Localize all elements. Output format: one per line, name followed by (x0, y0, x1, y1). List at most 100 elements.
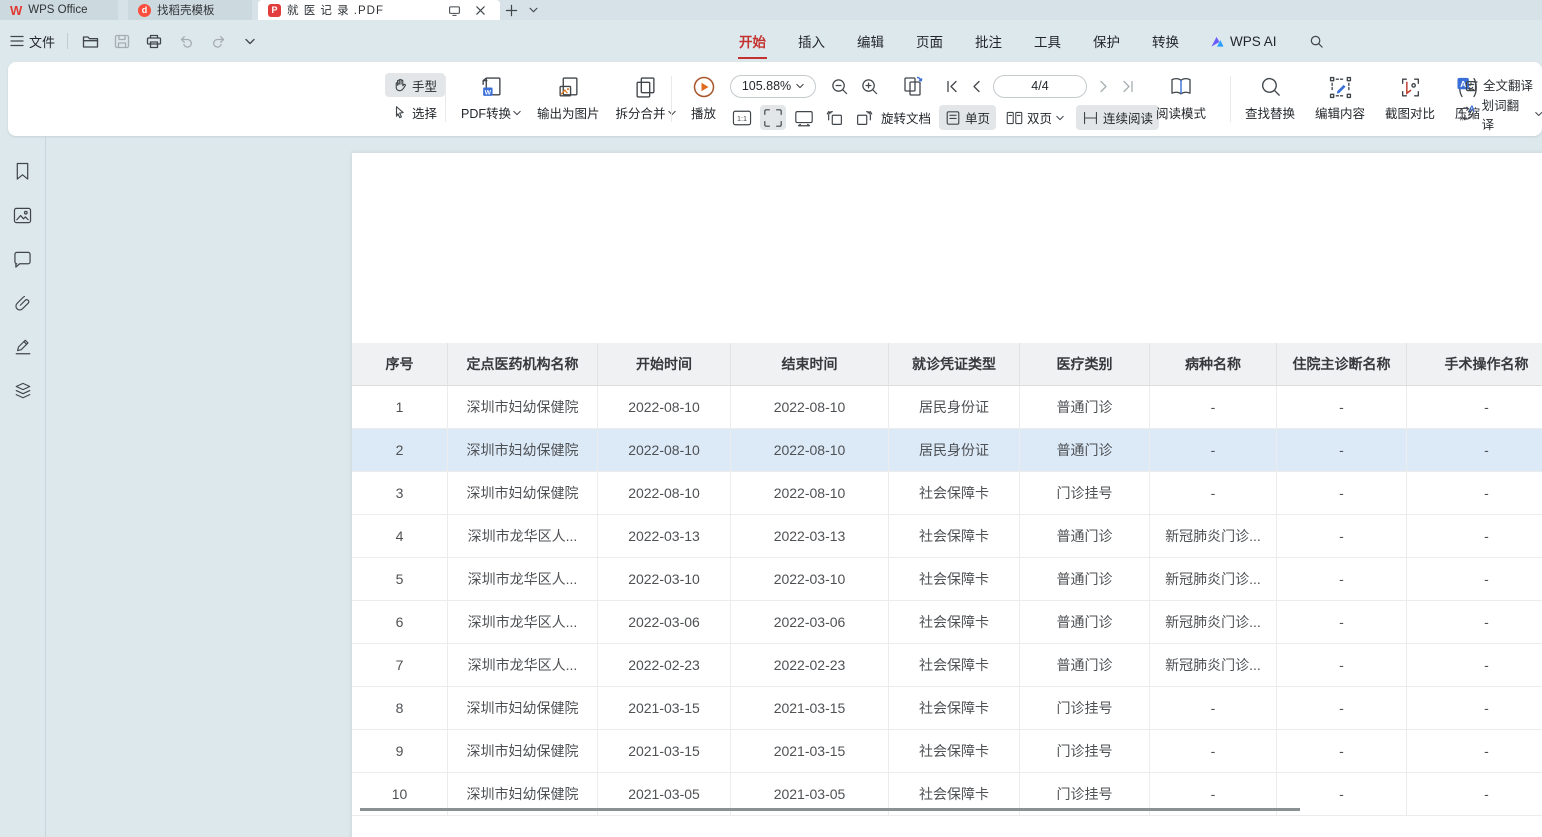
table-row[interactable]: 3深圳市妇幼保健院2022-08-102022-08-10社会保障卡门诊挂号--… (352, 472, 1542, 515)
menu-item-8[interactable]: 转换 (1151, 27, 1180, 55)
zoom-level-select[interactable]: 105.88% (730, 75, 816, 98)
table-cell: 普通门诊 (1020, 386, 1150, 429)
table-cell: 深圳市妇幼保健院 (448, 730, 598, 773)
rotate-right-icon[interactable] (851, 105, 877, 130)
attachment-icon[interactable] (9, 292, 37, 314)
divider (671, 76, 672, 122)
table-row[interactable]: 1深圳市妇幼保健院2022-08-102022-08-10居民身份证普通门诊--… (352, 386, 1542, 429)
comment-icon[interactable] (9, 248, 37, 270)
table-cell: 新冠肺炎门诊... (1150, 558, 1277, 601)
cursor-icon (393, 105, 407, 119)
table-cell: - (1277, 644, 1407, 687)
fit-page-button[interactable] (760, 105, 786, 130)
layers-icon[interactable] (9, 380, 37, 402)
thumbnail-icon[interactable] (9, 204, 37, 226)
table-cell: - (1407, 687, 1542, 730)
table-row[interactable]: 4深圳市龙华区人...2022-03-132022-03-13社会保障卡普通门诊… (352, 515, 1542, 558)
table-cell: 新冠肺炎门诊... (1150, 601, 1277, 644)
table-row[interactable]: 8深圳市妇幼保健院2021-03-152021-03-15社会保障卡门诊挂号--… (352, 687, 1542, 730)
menu-item-wps-ai[interactable]: WPS AI (1210, 34, 1277, 49)
table-row[interactable]: 7深圳市龙华区人...2022-02-232022-02-23社会保障卡普通门诊… (352, 644, 1542, 687)
search-icon[interactable] (1309, 34, 1324, 49)
full-translate-icon: A (1456, 75, 1477, 94)
table-row[interactable]: 5深圳市龙华区人...2022-03-102022-03-10社会保障卡普通门诊… (352, 558, 1542, 601)
export-as-image-button[interactable]: 输出为图片 (530, 70, 607, 124)
zoom-out-button[interactable] (830, 77, 849, 96)
last-page-button[interactable] (1121, 80, 1135, 93)
pdf-convert-icon: W (480, 73, 503, 101)
word-translate-button[interactable]: xA 划词翻译 (1456, 100, 1542, 127)
tab-wps-office[interactable]: W WPS Office (0, 0, 118, 20)
page-number-input[interactable]: 4/4 (993, 75, 1087, 98)
new-tab-button[interactable] (500, 0, 522, 20)
bookmark-icon[interactable] (9, 160, 37, 182)
medical-records-table: 序号定点医药机构名称开始时间结束时间就诊凭证类型医疗类别病种名称住院主诊断名称手… (352, 343, 1542, 816)
pdf-convert-label: PDF转换 (461, 103, 511, 122)
page-switch-icon[interactable] (901, 75, 925, 97)
tab-list-chevron-icon[interactable] (522, 0, 544, 20)
select-tool-button[interactable]: 选择 (385, 100, 445, 124)
table-row[interactable]: 9深圳市妇幼保健院2021-03-152021-03-15社会保障卡门诊挂号--… (352, 730, 1542, 773)
menu-item-5[interactable]: 批注 (974, 27, 1003, 55)
table-cell: 2022-03-13 (598, 515, 731, 558)
table-header-cell: 就诊凭证类型 (889, 343, 1020, 386)
redo-icon[interactable] (208, 31, 228, 51)
read-mode-button[interactable]: 阅读模式 (1149, 70, 1213, 124)
undo-icon[interactable] (176, 31, 196, 51)
first-page-button[interactable] (945, 80, 959, 93)
close-tab-icon[interactable] (470, 0, 490, 20)
file-menu-label: 文件 (29, 32, 55, 51)
double-page-icon (1006, 110, 1023, 126)
document-viewport[interactable]: 序号定点医药机构名称开始时间结束时间就诊凭证类型医疗类别病种名称住院主诊断名称手… (47, 136, 1542, 837)
table-cell: 2022-03-06 (598, 601, 731, 644)
table-header-cell: 定点医药机构名称 (448, 343, 598, 386)
table-row[interactable]: 2深圳市妇幼保健院2022-08-102022-08-10居民身份证普通门诊--… (352, 429, 1542, 472)
print-icon[interactable] (144, 31, 164, 51)
monitor-icon[interactable] (444, 0, 464, 20)
table-cell: 深圳市龙华区人... (448, 515, 598, 558)
more-actions-chevron-icon[interactable] (240, 31, 260, 51)
table-cell: 6 (352, 601, 448, 644)
edit-content-button[interactable]: 编辑内容 (1308, 70, 1372, 124)
play-button[interactable]: 播放 (684, 70, 723, 124)
actual-size-button[interactable]: 1:1 (730, 106, 754, 130)
menu-item-6[interactable]: 工具 (1033, 27, 1062, 55)
table-cell: 2021-03-15 (598, 730, 731, 773)
tab-document-pdf[interactable]: P 就 医 记 录 .PDF (258, 0, 500, 20)
rotate-left-icon[interactable] (822, 105, 848, 130)
menu-item-7[interactable]: 保护 (1092, 27, 1121, 55)
window-tab-bar: W WPS Office d 找稻壳模板 P 就 医 记 录 .PDF (0, 0, 1542, 20)
menu-item-2[interactable]: 插入 (797, 27, 826, 55)
find-replace-button[interactable]: 查找替换 (1238, 70, 1302, 124)
horizontal-scrollbar[interactable] (360, 808, 1300, 811)
chevron-down-icon (1535, 111, 1542, 117)
fit-width-button[interactable] (791, 105, 817, 130)
next-page-button[interactable] (1099, 80, 1109, 93)
rotate-document-button[interactable]: 旋转文档 (877, 105, 937, 130)
table-cell: 2022-08-10 (598, 472, 731, 515)
table-cell: 7 (352, 644, 448, 687)
signature-icon[interactable] (9, 336, 37, 358)
table-cell: 2022-08-10 (731, 386, 889, 429)
file-menu-button[interactable]: 文件 (10, 32, 55, 51)
screenshot-compare-button[interactable]: 截图对比 (1378, 70, 1442, 124)
single-page-button[interactable]: 单页 (939, 105, 996, 130)
open-folder-icon[interactable] (80, 31, 100, 51)
continuous-reading-button[interactable]: 连续阅读 (1076, 105, 1159, 130)
menu-item-1[interactable]: 开始 (738, 27, 767, 55)
table-cell: 2022-02-23 (731, 644, 889, 687)
previous-page-button[interactable] (971, 80, 981, 93)
table-cell: 社会保障卡 (889, 558, 1020, 601)
table-cell: - (1150, 687, 1277, 730)
hand-tool-button[interactable]: 手型 (385, 73, 445, 97)
table-cell: - (1277, 429, 1407, 472)
zoom-in-button[interactable] (860, 77, 879, 96)
menu-item-4[interactable]: 页面 (915, 27, 944, 55)
tab-docer-templates[interactable]: d 找稻壳模板 (128, 0, 252, 20)
tab-label: 就 医 记 录 .PDF (287, 2, 438, 18)
table-row[interactable]: 6深圳市龙华区人...2022-03-062022-03-06社会保障卡普通门诊… (352, 601, 1542, 644)
double-page-button[interactable]: 双页 (1000, 105, 1070, 130)
save-icon[interactable] (112, 31, 132, 51)
pdf-convert-button[interactable]: W PDF转换 (454, 70, 528, 124)
menu-item-3[interactable]: 编辑 (856, 27, 885, 55)
